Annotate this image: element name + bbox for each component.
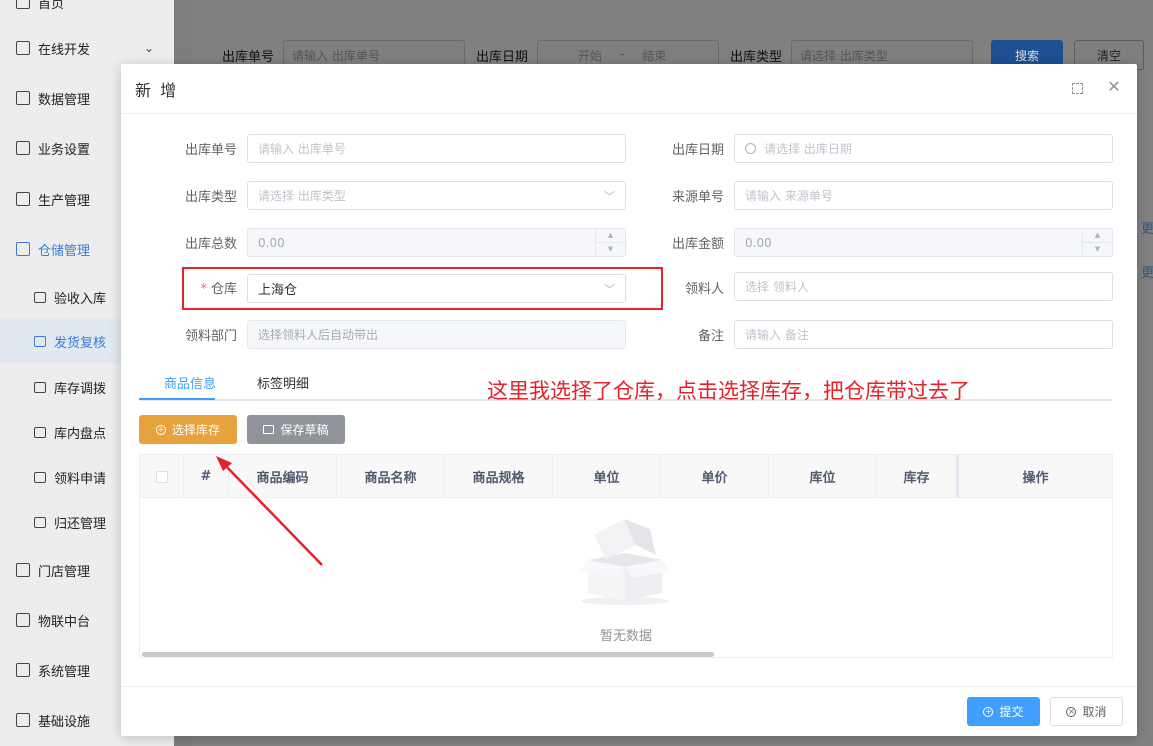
- order-no-label: 出库单号: [184, 143, 237, 158]
- col-location: 库位: [769, 455, 877, 498]
- folder-icon: [263, 425, 275, 434]
- receiver-label: 领料人: [684, 282, 724, 297]
- chevron-down-icon: ▼: [1094, 245, 1101, 254]
- table-header: # 商品编码 商品名称 商品规格 单位 单价 库位 库存 操作: [140, 455, 1112, 498]
- order-no-input[interactable]: 请输入 出库单号: [247, 134, 626, 163]
- dialog-header: 新 增: [121, 64, 1137, 114]
- sidebar-item-home[interactable]: 首页: [0, 0, 174, 24]
- code-icon: [16, 41, 30, 55]
- col-unit: 单位: [553, 455, 661, 498]
- select-stock-button[interactable]: + 选择库存: [139, 415, 237, 444]
- total-qty-stepper: ▲ ▼: [595, 229, 625, 256]
- tab-label-details[interactable]: 标签明细: [257, 373, 309, 392]
- chevron-up-icon: ▲: [596, 229, 625, 243]
- remark-label: 备注: [697, 329, 724, 344]
- type-select[interactable]: 请选择 出库类型 ﹀: [247, 181, 626, 210]
- bg-more-link[interactable]: 更: [1141, 218, 1153, 237]
- bg-date-label: 出库日期: [476, 50, 529, 65]
- cart-icon: [34, 291, 46, 303]
- receiver-input[interactable]: 选择 领料人: [734, 272, 1113, 301]
- bg-more-link-2[interactable]: 更: [1141, 262, 1153, 281]
- gear-icon: [16, 713, 30, 727]
- truck-icon: [16, 242, 30, 256]
- factory-icon: [16, 192, 30, 206]
- briefcase-icon: [16, 141, 30, 155]
- bg-type-label: 出库类型: [730, 50, 783, 65]
- store-icon: [16, 563, 30, 577]
- dialog-title: 新 增: [135, 80, 179, 100]
- remark-input[interactable]: 请输入 备注: [734, 320, 1113, 349]
- select-all-cell: [140, 455, 184, 498]
- horizontal-scrollbar[interactable]: [142, 652, 714, 657]
- type-label: 出库类型: [184, 190, 237, 205]
- fullscreen-icon[interactable]: [1072, 83, 1083, 94]
- amount-label: 出库金额: [671, 237, 724, 252]
- date-label: 出库日期: [671, 143, 724, 158]
- gear-icon: [16, 613, 30, 627]
- source-no-input[interactable]: 请输入 来源单号: [734, 181, 1113, 210]
- chevron-down-icon: ▼: [607, 245, 614, 254]
- amount-input: 0.00 ▲ ▼: [734, 228, 1113, 257]
- col-product-name: 商品名称: [337, 455, 445, 498]
- plus-circle-icon: +: [155, 424, 166, 435]
- close-circle-icon: ×: [1066, 706, 1077, 717]
- col-product-code: 商品编码: [229, 455, 337, 498]
- department-input: 选择领料人后自动带出: [247, 320, 626, 349]
- submit-button[interactable]: + 提交: [967, 697, 1040, 726]
- col-stock: 库存: [877, 455, 959, 498]
- amount-stepper: ▲ ▼: [1082, 229, 1112, 256]
- cart-icon: [34, 381, 46, 393]
- total-qty-input: 0.00 ▲ ▼: [247, 228, 626, 257]
- annotation-highlight-box: [182, 267, 663, 310]
- home-icon: [16, 0, 30, 9]
- annotation-text: 这里我选择了仓库，点击选择库存，把仓库带过去了: [487, 379, 970, 403]
- total-qty-label: 出库总数: [184, 237, 237, 252]
- empty-text: 暂无数据: [599, 629, 652, 644]
- product-table: # 商品编码 商品名称 商品规格 单位 单价 库位 库存 操作 暂无数据: [139, 454, 1113, 658]
- calendar-icon: [34, 426, 46, 438]
- cart-icon: [34, 335, 46, 347]
- add-dialog: 新 增 ✕ 出库单号 请输入 出库单号 出库日期 请选择 出库日期 出库类型 请…: [121, 64, 1137, 736]
- date-picker[interactable]: 请选择 出库日期: [734, 134, 1113, 163]
- clock-icon: [745, 143, 756, 154]
- source-no-label: 来源单号: [671, 190, 724, 205]
- dialog-footer: + 提交 × 取消: [121, 686, 1137, 736]
- department-label: 领料部门: [184, 329, 237, 344]
- bag-icon: [34, 516, 46, 528]
- tab-active-indicator: [139, 398, 215, 400]
- col-index: #: [184, 455, 229, 498]
- bag-icon: [34, 471, 46, 483]
- select-all-checkbox[interactable]: [155, 470, 168, 483]
- database-icon: [16, 91, 30, 105]
- empty-box-icon: [580, 519, 670, 605]
- col-price: 单价: [661, 455, 769, 498]
- cancel-button[interactable]: × 取消: [1050, 697, 1123, 726]
- col-product-spec: 商品规格: [445, 455, 553, 498]
- chevron-up-icon: ▲: [1083, 229, 1112, 243]
- save-draft-button[interactable]: 保存草稿: [247, 415, 345, 444]
- bg-order-no-label: 出库单号: [222, 50, 275, 65]
- grid-icon: [16, 663, 30, 677]
- chevron-down-icon: ⌄: [143, 41, 154, 55]
- close-icon[interactable]: ✕: [1107, 77, 1121, 96]
- tab-product-info[interactable]: 商品信息: [164, 373, 216, 392]
- col-actions: 操作: [1022, 471, 1049, 486]
- chevron-down-icon: ﹀: [604, 190, 615, 203]
- plus-circle-icon: +: [983, 706, 994, 717]
